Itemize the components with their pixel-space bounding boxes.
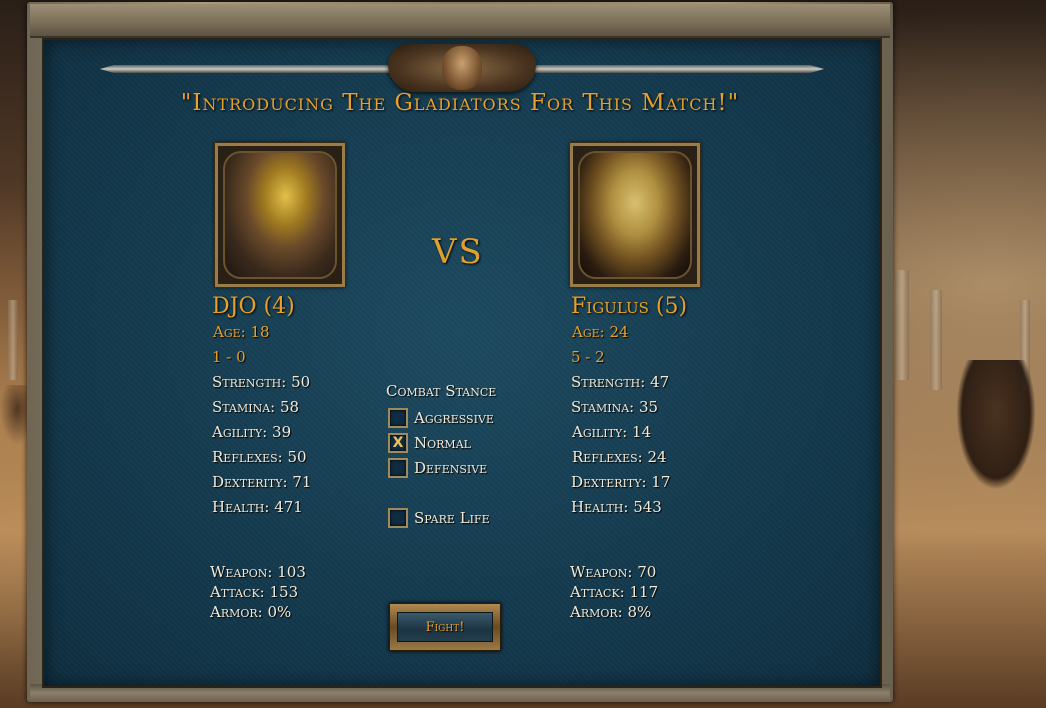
gladiator-right-dexterity: Dexterity: 17 <box>571 473 671 491</box>
stance-normal-checkbox[interactable]: X <box>388 433 408 453</box>
stance-aggressive-label: Aggressive <box>414 409 494 427</box>
gladiator-left-name: DJO (4) <box>212 294 295 319</box>
stance-normal-option[interactable]: X Normal <box>388 433 471 453</box>
arena-pillar <box>930 290 942 390</box>
stance-defensive-option[interactable]: Defensive <box>388 458 487 478</box>
gladiator-right-weapon: Weapon: 70 <box>570 563 657 581</box>
sword-blade-left <box>100 65 400 73</box>
page-title: "Introducing The Gladiators For This Mat… <box>180 90 740 116</box>
gladiator-left-attack: Attack: 153 <box>210 583 299 601</box>
arena-pillar <box>895 270 909 380</box>
gladiator-left-armor: Armor: 0% <box>210 603 292 621</box>
spare-life-checkbox[interactable] <box>388 508 408 528</box>
gladiator-right-stamina: Stamina: 35 <box>571 398 659 416</box>
gladiator-left-stamina: Stamina: 58 <box>212 398 300 416</box>
stance-aggressive-checkbox[interactable] <box>388 408 408 428</box>
gladiator-right-record: 5 - 2 <box>571 348 605 366</box>
spare-life-option[interactable]: Spare Life <box>388 508 490 528</box>
gladiator-left-weapon: Weapon: 103 <box>210 563 306 581</box>
gladiator-right-agility: Agility: 14 <box>572 423 652 441</box>
frame-top-border <box>30 4 890 38</box>
combat-stance-title: Combat Stance <box>386 382 497 400</box>
gladiator-right-attack: Attack: 117 <box>570 583 659 601</box>
gladiator-right-reflexes: Reflexes: 24 <box>572 448 667 466</box>
gladiator-left-health: Health: 471 <box>212 498 303 516</box>
fight-button-label: Fight! <box>397 612 493 642</box>
gladiator-right-strength: Strength: 47 <box>571 373 670 391</box>
arena-pillar <box>8 300 18 380</box>
versus-label: VS <box>432 232 484 272</box>
stance-aggressive-option[interactable]: Aggressive <box>388 408 494 428</box>
fight-button[interactable]: Fight! <box>389 603 501 651</box>
spare-life-label: Spare Life <box>414 509 490 527</box>
gladiator-left-record: 1 - 0 <box>212 348 246 366</box>
gladiator-right-portrait <box>569 142 701 288</box>
gladiator-left-age: Age: 18 <box>213 323 270 341</box>
sword-blade-right <box>524 65 824 73</box>
stance-defensive-checkbox[interactable] <box>388 458 408 478</box>
lion-head-icon <box>442 46 482 90</box>
gladiator-left-agility: Agility: 39 <box>212 423 292 441</box>
gladiator-right-name: Figulus (5) <box>571 294 688 319</box>
lion-sword-ornament <box>100 44 824 94</box>
gladiator-right-armor: Armor: 8% <box>570 603 652 621</box>
arena-gladiator-figure <box>956 360 1036 490</box>
stance-normal-label: Normal <box>414 434 471 452</box>
gladiator-left-portrait <box>214 142 346 288</box>
gladiator-right-health: Health: 543 <box>571 498 662 516</box>
match-intro-panel <box>42 38 882 688</box>
bronze-helmet-portrait-image <box>578 151 692 279</box>
stance-defensive-label: Defensive <box>414 459 488 477</box>
gladiator-left-strength: Strength: 50 <box>212 373 311 391</box>
gladiator-right-age: Age: 24 <box>572 323 629 341</box>
gold-helmet-portrait-image <box>223 151 337 279</box>
gladiator-left-reflexes: Reflexes: 50 <box>212 448 307 466</box>
gladiator-left-dexterity: Dexterity: 71 <box>212 473 312 491</box>
